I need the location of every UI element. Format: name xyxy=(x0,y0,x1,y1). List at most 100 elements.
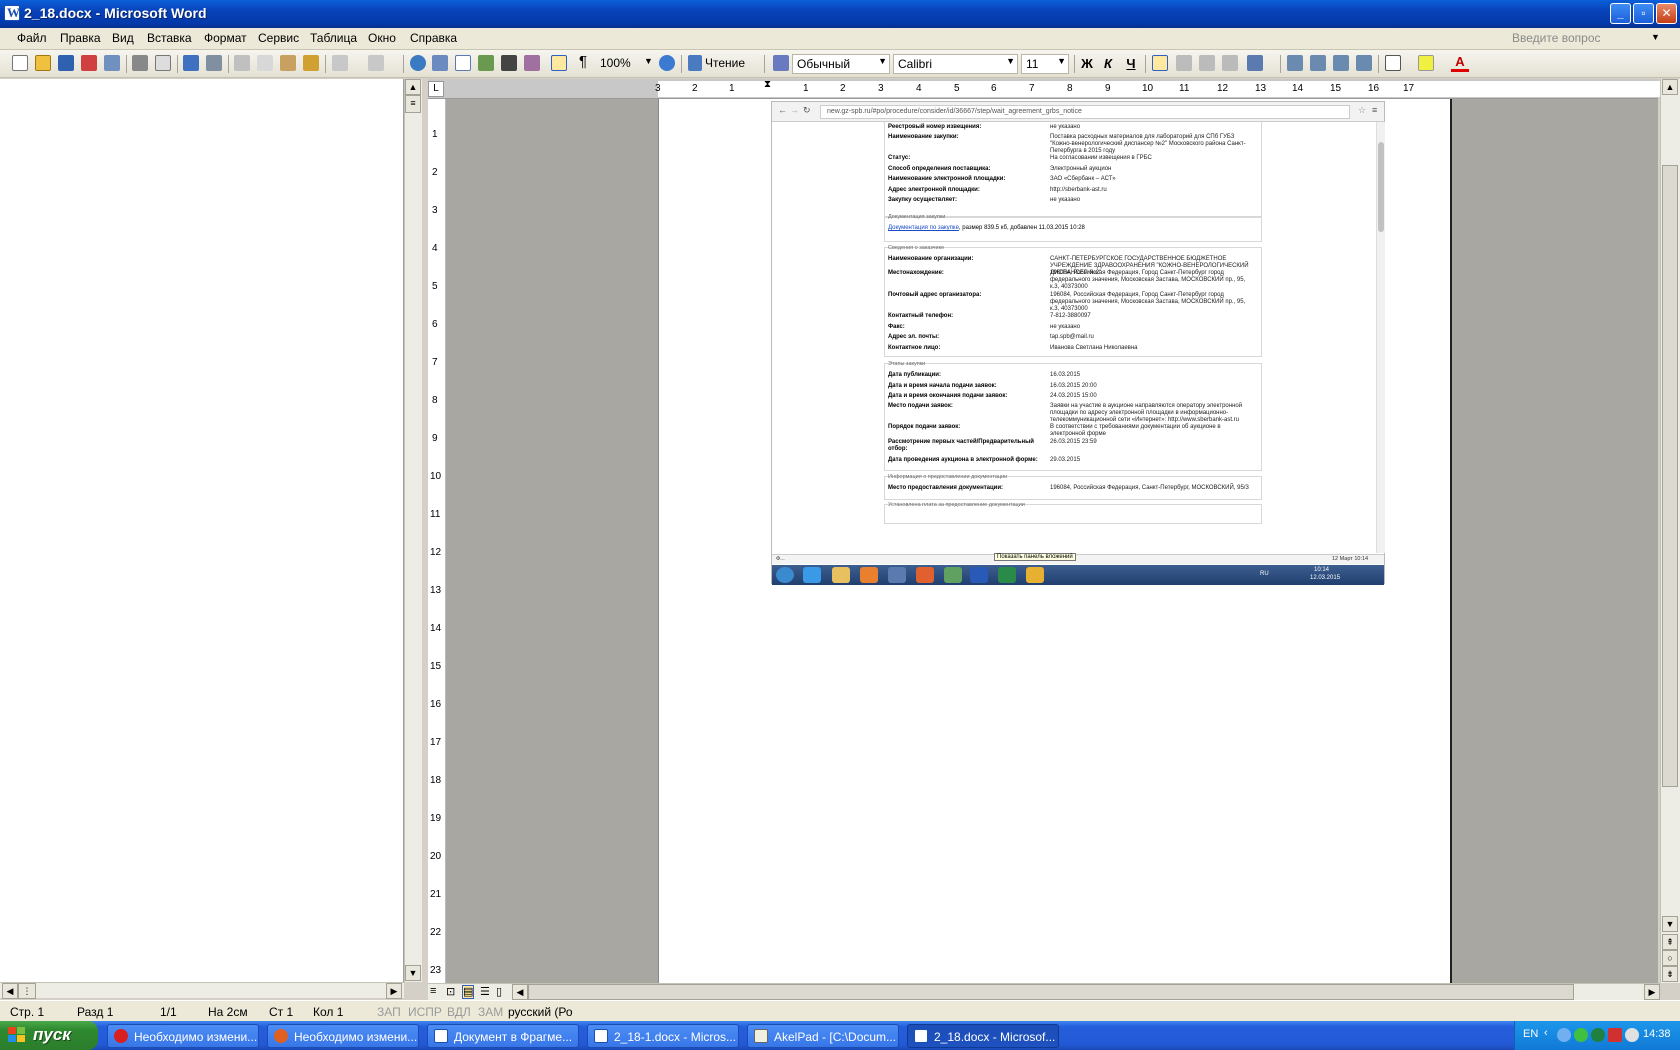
scroll-up-icon[interactable]: ▲ xyxy=(405,79,421,95)
volume-icon[interactable] xyxy=(1625,1028,1639,1042)
increase-indent-icon[interactable] xyxy=(1356,55,1372,71)
menu-view[interactable]: Вид xyxy=(112,31,134,45)
style-combo[interactable]: Обычный ▼ xyxy=(792,54,890,74)
menu-window[interactable]: Окно xyxy=(368,31,396,45)
zoom-combo[interactable]: 100% xyxy=(600,56,631,70)
zoom-dropdown-icon[interactable]: ▼ xyxy=(644,56,653,66)
scroll-left-icon[interactable]: ◀ xyxy=(2,983,18,999)
status-pages[interactable]: 1/1 xyxy=(160,1005,177,1019)
outline-view-icon[interactable]: ☰ xyxy=(480,985,490,998)
reading-mode-icon[interactable] xyxy=(688,55,702,71)
scroll-thumb[interactable]: ≡ xyxy=(405,95,421,113)
font-size-combo[interactable]: 11 ▼ xyxy=(1021,54,1069,74)
align-center-icon[interactable] xyxy=(1176,55,1192,71)
permission-icon[interactable] xyxy=(81,55,97,71)
scroll-up-icon[interactable]: ▲ xyxy=(1662,79,1678,95)
reading-view-icon[interactable]: ▯ xyxy=(496,985,502,998)
bold-button[interactable]: Ж xyxy=(1078,55,1096,73)
menu-edit[interactable]: Правка xyxy=(60,31,101,45)
scroll-right-icon[interactable]: ▶ xyxy=(386,983,402,999)
vertical-scrollbar[interactable]: ▲ ▼ ⇞ ○ ⇟ xyxy=(1660,79,1680,983)
tray-icon[interactable] xyxy=(1591,1028,1605,1042)
columns-icon[interactable] xyxy=(501,55,517,71)
ask-question-input[interactable]: Введите вопрос xyxy=(1512,31,1601,45)
font-combo[interactable]: Calibri ▼ xyxy=(893,54,1018,74)
tray-language[interactable]: EN xyxy=(1523,1028,1538,1040)
tray-icon[interactable] xyxy=(1574,1028,1588,1042)
line-spacing-icon[interactable] xyxy=(1247,55,1263,71)
embedded-screenshot[interactable]: ← → ↻ new.gz-spb.ru/#po/procedure/consid… xyxy=(771,101,1385,585)
taskbar-item[interactable]: Документ в Фрагме... xyxy=(427,1024,579,1048)
scroll-left-icon[interactable]: ◀ xyxy=(512,984,528,1000)
justify-icon[interactable] xyxy=(1222,55,1238,71)
document-map-icon[interactable] xyxy=(551,55,567,71)
highlight-icon[interactable] xyxy=(1418,55,1434,71)
new-document-icon[interactable] xyxy=(12,55,28,71)
copy-icon[interactable] xyxy=(257,55,273,71)
scroll-down-icon[interactable]: ▼ xyxy=(405,965,421,981)
underline-button[interactable]: Ч xyxy=(1122,55,1140,73)
tray-clock[interactable]: 14:38 xyxy=(1643,1028,1671,1040)
font-color-icon[interactable]: A xyxy=(1451,55,1469,72)
insert-table-icon[interactable] xyxy=(455,55,471,71)
tray-expand-icon[interactable]: ‹ xyxy=(1544,1027,1548,1039)
reading-mode-button[interactable]: Чтение xyxy=(705,56,745,70)
borders-icon[interactable] xyxy=(1385,55,1401,71)
status-line[interactable]: Ст 1 xyxy=(269,1005,293,1019)
indent-marker[interactable]: ⧗ xyxy=(764,79,771,90)
status-record-macro[interactable]: ЗАП xyxy=(377,1005,401,1019)
show-formatting-icon[interactable]: ¶ xyxy=(579,53,587,70)
browse-object-icon[interactable]: ○ xyxy=(1662,950,1678,966)
align-right-icon[interactable] xyxy=(1199,55,1215,71)
horizontal-scrollbar[interactable]: ≡ ⊡ ▤ ☰ ▯ ◀ ▶ xyxy=(428,983,1660,1000)
cut-icon[interactable] xyxy=(234,55,250,71)
status-track-changes[interactable]: ИСПР xyxy=(408,1005,442,1019)
research-icon[interactable] xyxy=(206,55,222,71)
drawing-icon[interactable] xyxy=(524,55,540,71)
network-icon[interactable] xyxy=(1557,1028,1571,1042)
vertical-ruler[interactable]: 1 2 3 4 5 6 7 8 9 10 11 12 13 14 15 16 1… xyxy=(428,99,446,983)
scroll-down-icon[interactable]: ▼ xyxy=(1662,916,1678,932)
menu-format[interactable]: Формат xyxy=(204,31,247,45)
tab-selector[interactable]: L xyxy=(428,81,444,97)
status-section[interactable]: Разд 1 xyxy=(77,1005,113,1019)
help-icon[interactable] xyxy=(659,55,675,71)
status-column[interactable]: Кол 1 xyxy=(313,1005,343,1019)
status-page[interactable]: Стр. 1 xyxy=(10,1005,44,1019)
undo-icon[interactable] xyxy=(332,55,348,71)
italic-button[interactable]: К xyxy=(1099,55,1117,73)
hyperlink-icon[interactable] xyxy=(410,55,426,71)
status-language[interactable]: русский (Ро xyxy=(508,1005,573,1019)
save-icon[interactable] xyxy=(58,55,74,71)
previous-page-icon[interactable]: ⇞ xyxy=(1662,934,1678,950)
spelling-icon[interactable] xyxy=(183,55,199,71)
numbered-list-icon[interactable] xyxy=(1287,55,1303,71)
left-pane-hscrollbar[interactable]: ◀ ⋮ ▶ xyxy=(0,982,404,999)
taskbar-item[interactable]: Необходимо измени... xyxy=(267,1024,419,1048)
close-button[interactable]: ✕ xyxy=(1656,3,1677,24)
paste-icon[interactable] xyxy=(280,55,296,71)
taskbar-item[interactable]: 2_18-1.docx - Micros... xyxy=(587,1024,739,1048)
menu-tools[interactable]: Сервис xyxy=(258,31,299,45)
print-layout-icon[interactable]: ▤ xyxy=(462,985,475,999)
print-icon[interactable] xyxy=(132,55,148,71)
web-layout-icon[interactable]: ⊡ xyxy=(446,985,455,998)
styles-pane-icon[interactable] xyxy=(773,55,789,71)
scroll-thumb[interactable] xyxy=(1662,165,1678,787)
decrease-indent-icon[interactable] xyxy=(1333,55,1349,71)
start-button[interactable]: пуск xyxy=(0,1021,98,1050)
align-left-icon[interactable] xyxy=(1152,55,1168,71)
hscroll-thumb[interactable] xyxy=(528,984,1574,1000)
normal-view-icon[interactable]: ≡ xyxy=(430,985,436,997)
print-preview-icon[interactable] xyxy=(155,55,171,71)
insert-excel-icon[interactable] xyxy=(478,55,494,71)
taskbar-item[interactable]: Необходимо измени... xyxy=(107,1024,259,1048)
menu-insert[interactable]: Вставка xyxy=(147,31,192,45)
word-app-icon[interactable] xyxy=(4,5,20,21)
status-overtype[interactable]: ЗАМ xyxy=(478,1005,503,1019)
horizontal-ruler[interactable]: L 3 2 1 ⧗ 1 2 3 4 5 6 7 8 9 10 11 12 13 … xyxy=(428,79,1680,99)
redo-icon[interactable] xyxy=(368,55,384,71)
documentation-link[interactable]: Документация по закупке xyxy=(888,225,959,231)
taskbar-item[interactable]: AkelPad - [C:\Docum... xyxy=(747,1024,899,1048)
document-map-pane[interactable] xyxy=(0,79,404,997)
